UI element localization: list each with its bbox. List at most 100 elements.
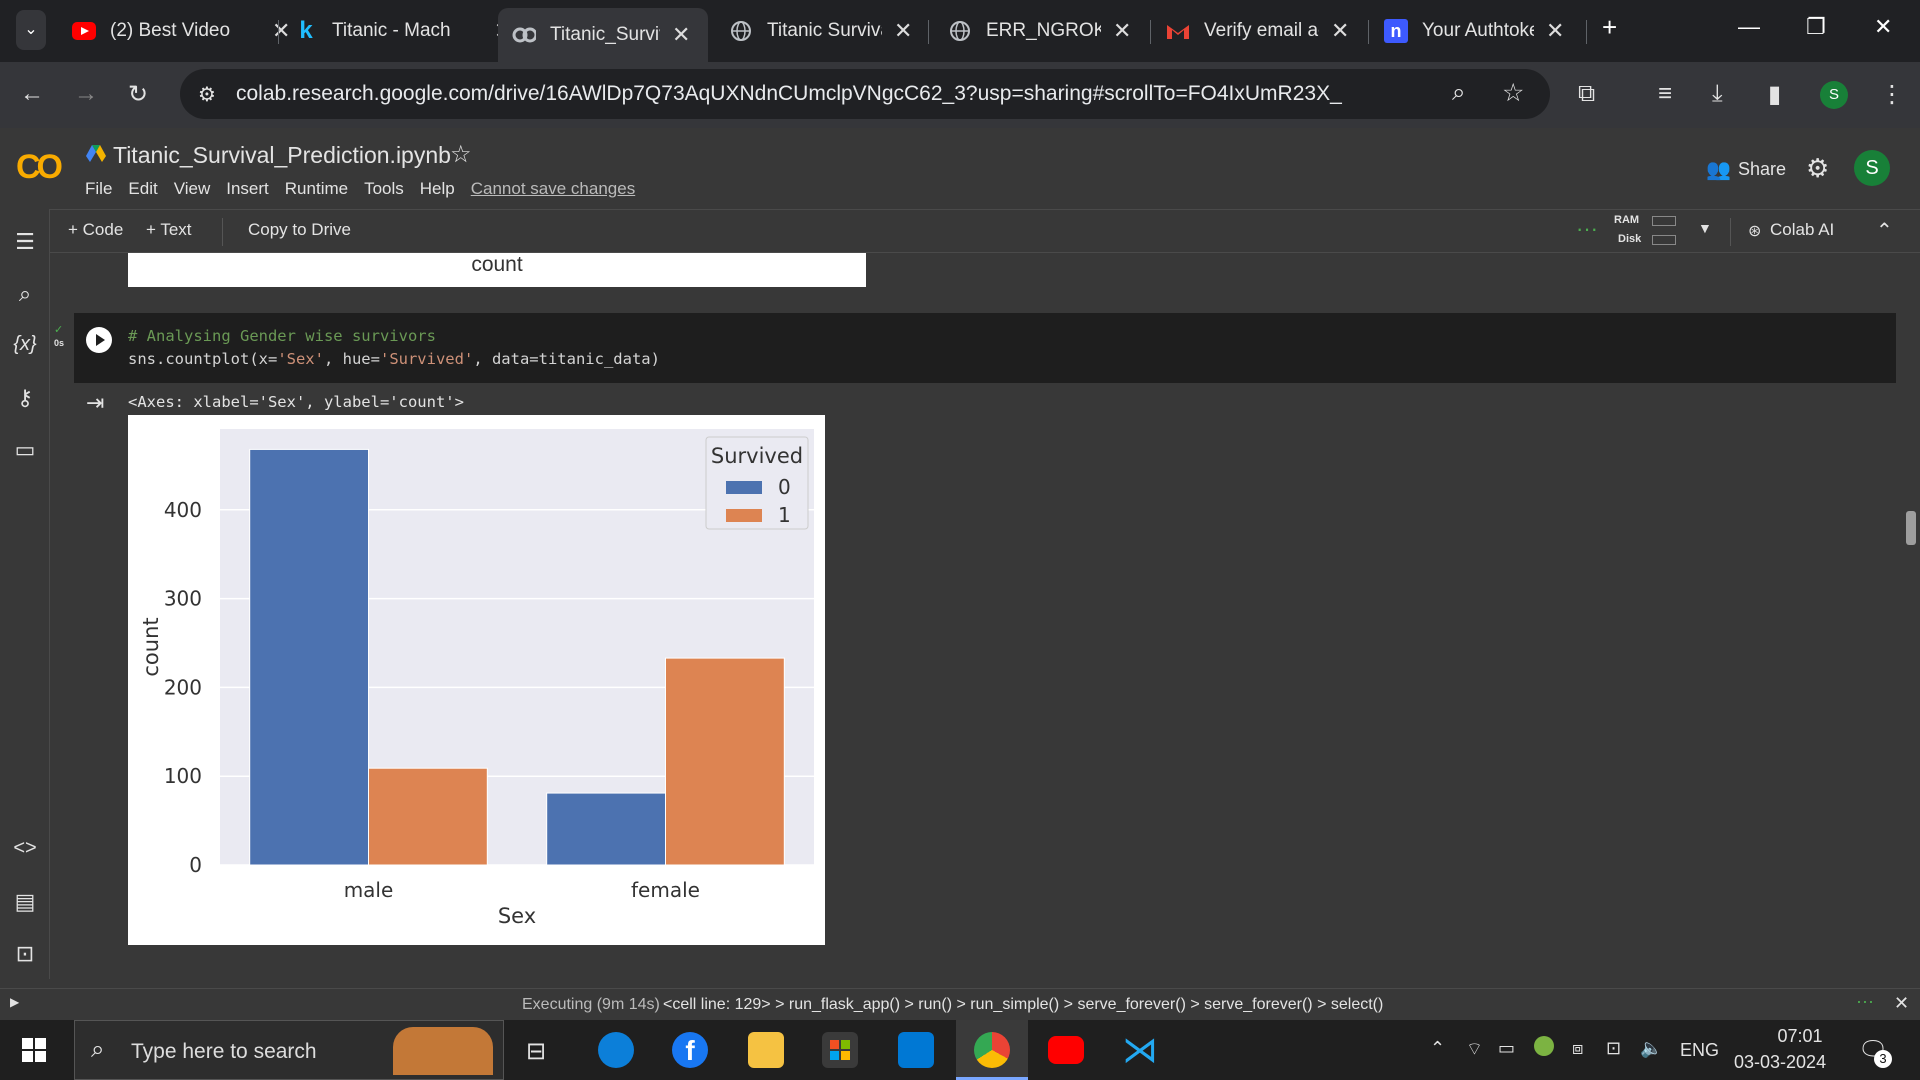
output-menu-icon[interactable]: ⇥ <box>86 390 104 416</box>
code-snippets-icon[interactable]: <> <box>12 837 38 863</box>
code-editor[interactable]: # Analysing Gender wise survivors sns.co… <box>128 325 660 371</box>
close-icon[interactable]: ✕ <box>1546 18 1564 44</box>
more-dots-icon[interactable]: ··· <box>1576 216 1598 242</box>
volume-icon[interactable]: 🔈 <box>1640 1038 1662 1059</box>
browser-menu-icon[interactable]: ⋮ <box>1880 80 1904 109</box>
settings-gear-icon[interactable]: ⚙ <box>1806 153 1829 184</box>
download-icon[interactable]: ⤓ <box>1712 80 1723 108</box>
notebook-title[interactable]: Titanic_Survival_Prediction.ipynb <box>113 142 451 169</box>
microsoft-store-icon[interactable] <box>822 1032 858 1068</box>
tab-search-button[interactable]: ⌄ <box>16 10 46 50</box>
tab-kaggle[interactable]: k Titanic - Mach ✕ <box>280 10 526 52</box>
extensions-icon[interactable]: ⧉ <box>1578 80 1595 108</box>
menu-edit[interactable]: Edit <box>128 179 157 199</box>
menu-tools[interactable]: Tools <box>364 179 404 199</box>
task-view-icon[interactable]: ⊟ <box>526 1037 546 1066</box>
new-tab-button[interactable]: + <box>1602 12 1617 43</box>
youtube-icon[interactable] <box>1048 1036 1084 1064</box>
wifi-icon[interactable]: ⌔ <box>1466 1038 1483 1061</box>
tab-gmail[interactable]: Verify email ac ✕ <box>1152 10 1363 52</box>
address-bar[interactable]: ⚙ colab.research.google.com/drive/16AWlD… <box>180 69 1550 119</box>
language-indicator[interactable]: ENG <box>1680 1040 1719 1061</box>
bookmark-star-icon[interactable]: ☆ <box>1502 78 1524 108</box>
disk-meter <box>1652 235 1676 245</box>
add-text-button[interactable]: + Text <box>146 220 192 240</box>
edge-icon[interactable] <box>598 1032 634 1068</box>
site-info-icon[interactable]: ⚙ <box>198 82 216 107</box>
tray-app-icon[interactable] <box>1534 1036 1554 1056</box>
profile-avatar[interactable]: S <box>1820 81 1848 109</box>
minimize-button[interactable]: — <box>1738 14 1760 40</box>
clock-time[interactable]: 07:01 <box>1760 1026 1840 1047</box>
menu-help[interactable]: Help <box>420 179 455 199</box>
url-text[interactable]: colab.research.google.com/drive/16AWlDp7… <box>236 82 1342 106</box>
menu-view[interactable]: View <box>174 179 211 199</box>
tab-titanic-survival[interactable]: Titanic Surviva ✕ <box>715 10 926 52</box>
back-arrow-icon[interactable]: ← <box>20 80 44 108</box>
menu-insert[interactable]: Insert <box>226 179 269 199</box>
file-explorer-icon[interactable] <box>748 1032 784 1068</box>
search-icon[interactable]: ⌕ <box>12 281 38 307</box>
colab-logo[interactable]: CO <box>16 148 63 187</box>
side-panel-icon[interactable]: ▮ <box>1768 80 1781 109</box>
terminal-icon[interactable]: ⊡ <box>12 941 38 967</box>
taskbar-search-box[interactable]: ⌕ Type here to search <box>74 1020 504 1080</box>
close-icon[interactable]: ✕ <box>1113 18 1131 44</box>
close-icon[interactable]: ✕ <box>1894 993 1909 1014</box>
windows-start-icon[interactable] <box>22 1038 46 1067</box>
runtime-dropdown-icon[interactable]: ▼ <box>1698 220 1712 236</box>
media-queue-icon[interactable]: ≡ <box>1658 80 1672 108</box>
close-icon[interactable]: ✕ <box>1331 18 1349 44</box>
tab-title: Your Authtoke <box>1422 20 1534 41</box>
tab-youtube[interactable]: (2) Best Video ✕ <box>58 10 304 52</box>
facebook-icon[interactable]: f <box>672 1032 708 1068</box>
run-cell-button[interactable] <box>86 327 112 353</box>
tab-colab-active[interactable]: Titanic_Surviv ✕ <box>498 8 708 62</box>
secrets-key-icon[interactable]: ⚷ <box>12 385 38 411</box>
reload-icon[interactable]: ↻ <box>128 80 148 109</box>
tab-ngrok-authtoken[interactable]: n Your Authtoke ✕ <box>1370 10 1578 52</box>
forward-arrow-icon[interactable]: → <box>74 80 98 108</box>
code-token: , data=titanic_data) <box>473 350 660 368</box>
share-button[interactable]: Share <box>1738 159 1786 180</box>
notebook-content: count ✓ 0s # Analysing Gender wise survi… <box>50 253 1920 979</box>
vscode-icon[interactable]: ⋊ <box>1122 1032 1158 1068</box>
close-icon[interactable]: ✕ <box>894 18 912 44</box>
tab-title: Verify email ac <box>1204 20 1319 41</box>
mail-icon[interactable] <box>898 1032 934 1068</box>
notification-count-badge: 3 <box>1874 1050 1892 1068</box>
user-avatar[interactable]: S <box>1854 150 1890 186</box>
share-people-icon[interactable]: 👥 <box>1706 157 1731 182</box>
menu-file[interactable]: File <box>85 179 112 199</box>
clock-date[interactable]: 03-03-2024 <box>1734 1052 1826 1073</box>
y-tick-label: 400 <box>164 498 202 522</box>
chrome-icon[interactable] <box>974 1032 1010 1068</box>
menu-runtime[interactable]: Runtime <box>285 179 348 199</box>
code-cell[interactable]: # Analysing Gender wise survivors sns.co… <box>74 313 1896 383</box>
toolbar-divider <box>1730 218 1731 246</box>
cannot-save-link[interactable]: Cannot save changes <box>471 179 635 199</box>
window-close-button[interactable]: ✕ <box>1874 14 1892 40</box>
colab-ai-icon[interactable]: ⊛ <box>1748 221 1761 241</box>
show-hidden-icons-chevron[interactable]: ⌃ <box>1430 1038 1445 1059</box>
zoom-icon[interactable]: ⌕ <box>1452 79 1465 107</box>
battery-icon[interactable]: ▭ <box>1498 1038 1515 1059</box>
variables-icon[interactable]: {x} <box>12 333 38 359</box>
restore-button[interactable]: ❐ <box>1806 14 1826 40</box>
command-palette-icon[interactable]: ▤ <box>12 889 38 915</box>
tab-ngrok-error[interactable]: ERR_NGROK_( ✕ <box>934 10 1145 52</box>
more-dots-icon[interactable]: ··· <box>1856 991 1874 1012</box>
network-icon[interactable]: ⊡ <box>1606 1038 1621 1059</box>
colab-ai-button[interactable]: Colab AI <box>1770 220 1834 240</box>
collapse-chevron-icon[interactable]: ⌃ <box>1876 218 1893 243</box>
copy-to-drive-button[interactable]: Copy to Drive <box>248 220 351 240</box>
meet-now-icon[interactable]: ⧈ <box>1572 1038 1583 1059</box>
files-folder-icon[interactable]: ▭ <box>12 437 38 463</box>
tab-divider <box>928 20 929 44</box>
table-of-contents-icon[interactable]: ☰ <box>12 229 38 255</box>
expand-arrow-icon[interactable]: ▶ <box>10 995 19 1009</box>
close-icon[interactable]: ✕ <box>672 22 690 48</box>
scrollbar-thumb[interactable] <box>1906 511 1916 545</box>
add-code-button[interactable]: + Code <box>68 220 123 240</box>
star-icon[interactable]: ☆ <box>450 140 472 169</box>
